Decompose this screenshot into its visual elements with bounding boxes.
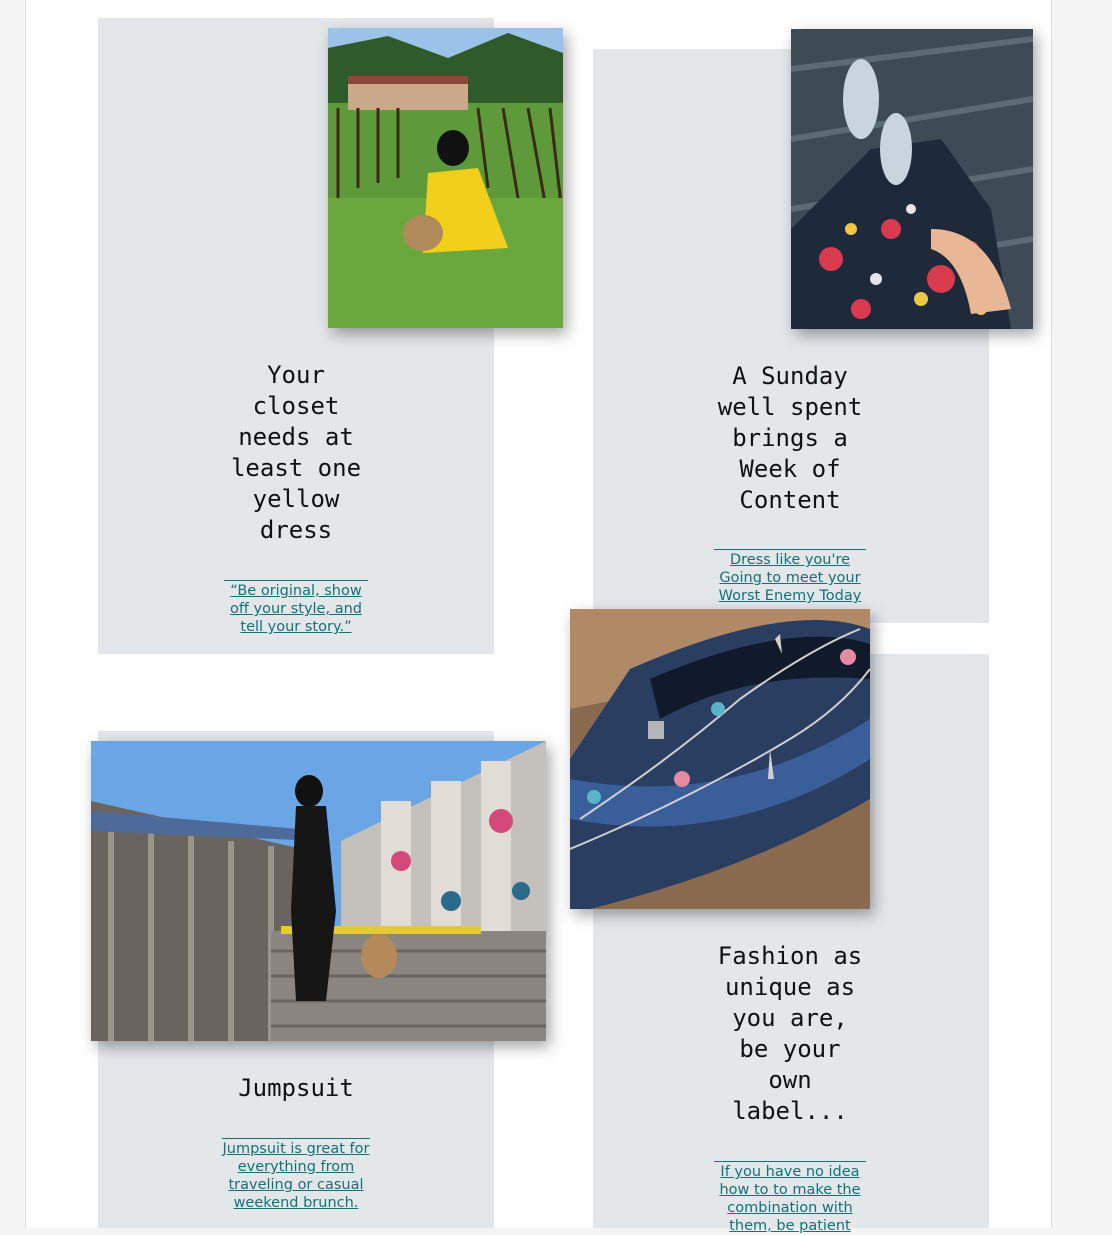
post-title: Your closet needs at least one yellow dr… (230, 361, 362, 544)
post-link[interactable]: If you have no idea how to to make the c… (714, 1161, 866, 1235)
floral-dress-photo[interactable] (791, 29, 1033, 329)
post-link[interactable]: “Be original, show off your style, and t… (224, 580, 368, 636)
post-title: A Sunday well spent brings a Week of Con… (717, 362, 863, 514)
post-link[interactable]: Jumpsuit is great for everything from tr… (222, 1138, 370, 1212)
post-title: Jumpsuit (238, 1074, 354, 1102)
yellow-dress-photo[interactable] (328, 28, 563, 328)
page-content: Your closet needs at least one yellow dr… (25, 0, 1052, 1234)
bracelet-photo[interactable] (570, 609, 870, 909)
jumpsuit-photo[interactable] (91, 741, 546, 1041)
post-link[interactable]: Dress like you're Going to meet your Wor… (714, 549, 866, 605)
post-title: Fashion as unique as you are, be your ow… (717, 942, 863, 1125)
